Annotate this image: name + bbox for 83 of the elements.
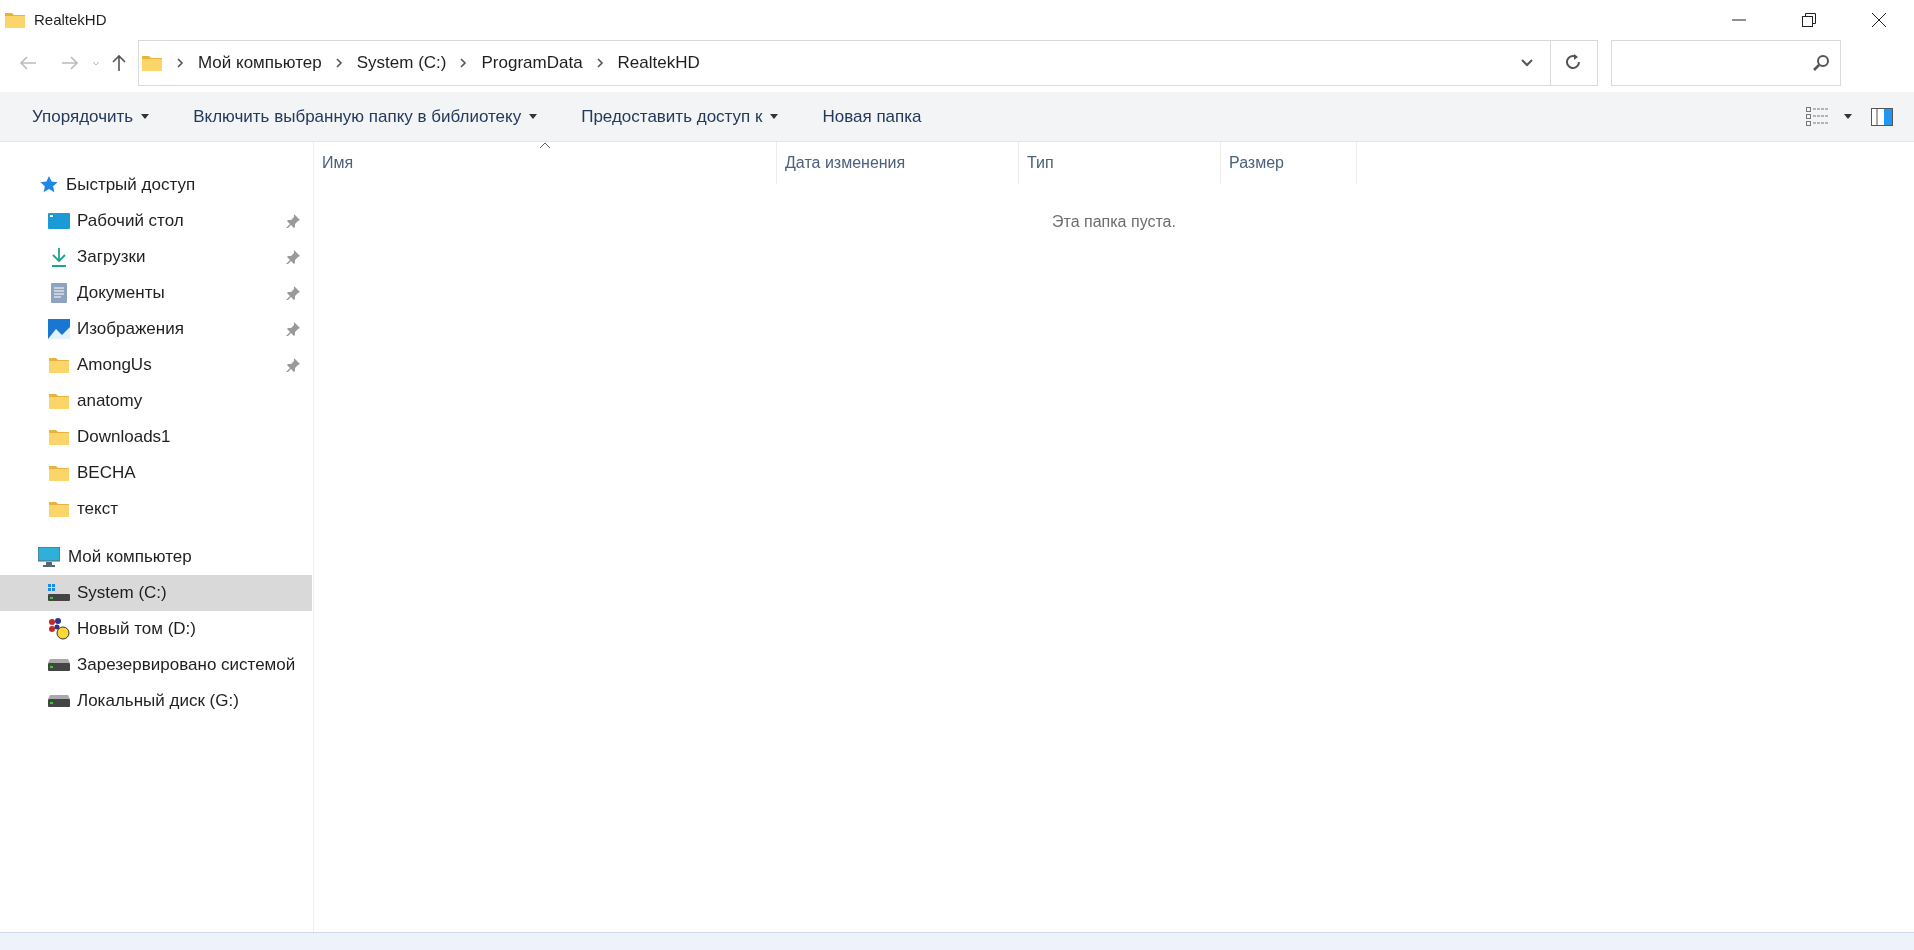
column-header[interactable]: Тип	[1019, 142, 1221, 184]
nav-item-label: Изображения	[77, 318, 185, 341]
restore-icon	[1802, 13, 1816, 27]
caret-icon	[770, 114, 779, 119]
star-icon	[38, 175, 58, 195]
chevron-down-icon	[1521, 59, 1533, 67]
forward-arrow-icon	[61, 56, 79, 70]
nav-item-label: Рабочий стол	[77, 210, 185, 233]
up-arrow-icon	[112, 54, 126, 72]
nav-group-label: Быстрый доступ	[66, 174, 196, 197]
nav-item[interactable]: anatomy	[0, 383, 312, 419]
folder-icon	[48, 392, 70, 410]
nav-item-label: Новый том (D:)	[77, 618, 197, 641]
toolbar-button[interactable]: Включить выбранную папку в библиотеку	[175, 96, 556, 137]
preview-pane-icon	[1871, 107, 1893, 126]
nav-item[interactable]: Загрузки	[0, 239, 312, 275]
chevron-icon	[596, 58, 604, 68]
address-bar[interactable]: Мой компьютер System (C:) ProgramData RealtekHD	[138, 40, 1598, 86]
nav-item-label: BECHA	[77, 462, 137, 485]
caret-icon	[1844, 114, 1852, 119]
nav-item-label: System (C:)	[77, 582, 168, 605]
nav-item[interactable]: Документы	[0, 275, 312, 311]
nav-item-label: Загрузки	[77, 246, 147, 269]
nav-item-label: текст	[77, 498, 119, 521]
minimize-icon	[1732, 19, 1746, 21]
breadcrumb[interactable]: System (C:)	[356, 50, 447, 76]
nav-item[interactable]: Новый том (D:)	[0, 611, 312, 647]
nav-item-label: Зарезервировано системой	[77, 654, 297, 677]
refresh-icon	[1566, 54, 1582, 72]
toolbar-button[interactable]: Упорядочить	[14, 96, 168, 137]
details-view-icon	[1806, 106, 1828, 127]
column-header[interactable]: Имя	[314, 142, 777, 184]
desktop-icon	[48, 212, 70, 230]
nav-item[interactable]: текст	[0, 491, 312, 527]
toolbar-button[interactable]: Новая папка	[804, 96, 940, 137]
download-icon	[49, 247, 69, 267]
pictures-icon	[48, 319, 70, 339]
nav-group-item[interactable]: Мой компьютер	[0, 539, 313, 575]
nav-item-label: Документы	[77, 282, 166, 305]
folder-icon	[141, 54, 163, 72]
caret-icon	[529, 114, 538, 119]
chevron-icon	[335, 58, 343, 68]
chevron-down-icon	[92, 60, 100, 66]
nav-item-label: AmongUs	[77, 354, 153, 377]
folder-icon	[48, 464, 70, 482]
search-field[interactable]	[1611, 40, 1841, 86]
nav-item-label: Downloads1	[77, 426, 172, 449]
caret-icon	[141, 114, 150, 119]
folder-icon	[4, 11, 26, 29]
nav-item-label: anatomy	[77, 390, 144, 413]
drive-icon	[48, 695, 70, 707]
nav-item-label: Локальный диск (G:)	[77, 690, 240, 713]
back-arrow-icon	[19, 56, 37, 70]
drive-icon	[48, 584, 70, 602]
column-header[interactable]: Дата изменения	[777, 142, 1019, 184]
nav-item[interactable]: Изображения	[0, 311, 312, 347]
document-icon	[50, 282, 68, 304]
nav-group-label: Мой компьютер	[68, 546, 192, 569]
nav-item[interactable]: BECHA	[0, 455, 312, 491]
nav-item[interactable]: Downloads1	[0, 419, 312, 455]
nav-group-item[interactable]: Быстрый доступ	[0, 167, 313, 203]
computer-icon	[38, 547, 60, 567]
breadcrumb[interactable]: ProgramData	[481, 50, 583, 76]
empty-folder-message: Эта папка пуста.	[1052, 212, 1176, 232]
nav-item[interactable]: AmongUs	[0, 347, 312, 383]
window-title: RealtekHD	[34, 9, 107, 30]
chevron-icon	[460, 58, 468, 68]
nav-item[interactable]: Локальный диск (G:)	[0, 683, 312, 719]
nav-item[interactable]: Зарезервировано системой	[0, 647, 312, 683]
breadcrumb[interactable]: Мой компьютер	[198, 50, 322, 76]
breadcrumb[interactable]: RealtekHD	[617, 50, 700, 76]
drive-icon	[48, 659, 70, 671]
column-header[interactable]: Размер	[1221, 142, 1357, 184]
folder-icon	[48, 428, 70, 446]
close-icon	[1871, 12, 1887, 28]
folder-icon	[48, 500, 70, 518]
chevron-icon	[177, 58, 184, 68]
toolbar-button[interactable]: Предоставить доступ к	[563, 96, 797, 137]
nav-item[interactable]: Рабочий стол	[0, 203, 312, 239]
folder-icon	[48, 356, 70, 374]
nav-item[interactable]: System (C:)	[0, 575, 312, 611]
dots-drive-icon	[48, 618, 70, 640]
search-icon	[1812, 54, 1830, 72]
